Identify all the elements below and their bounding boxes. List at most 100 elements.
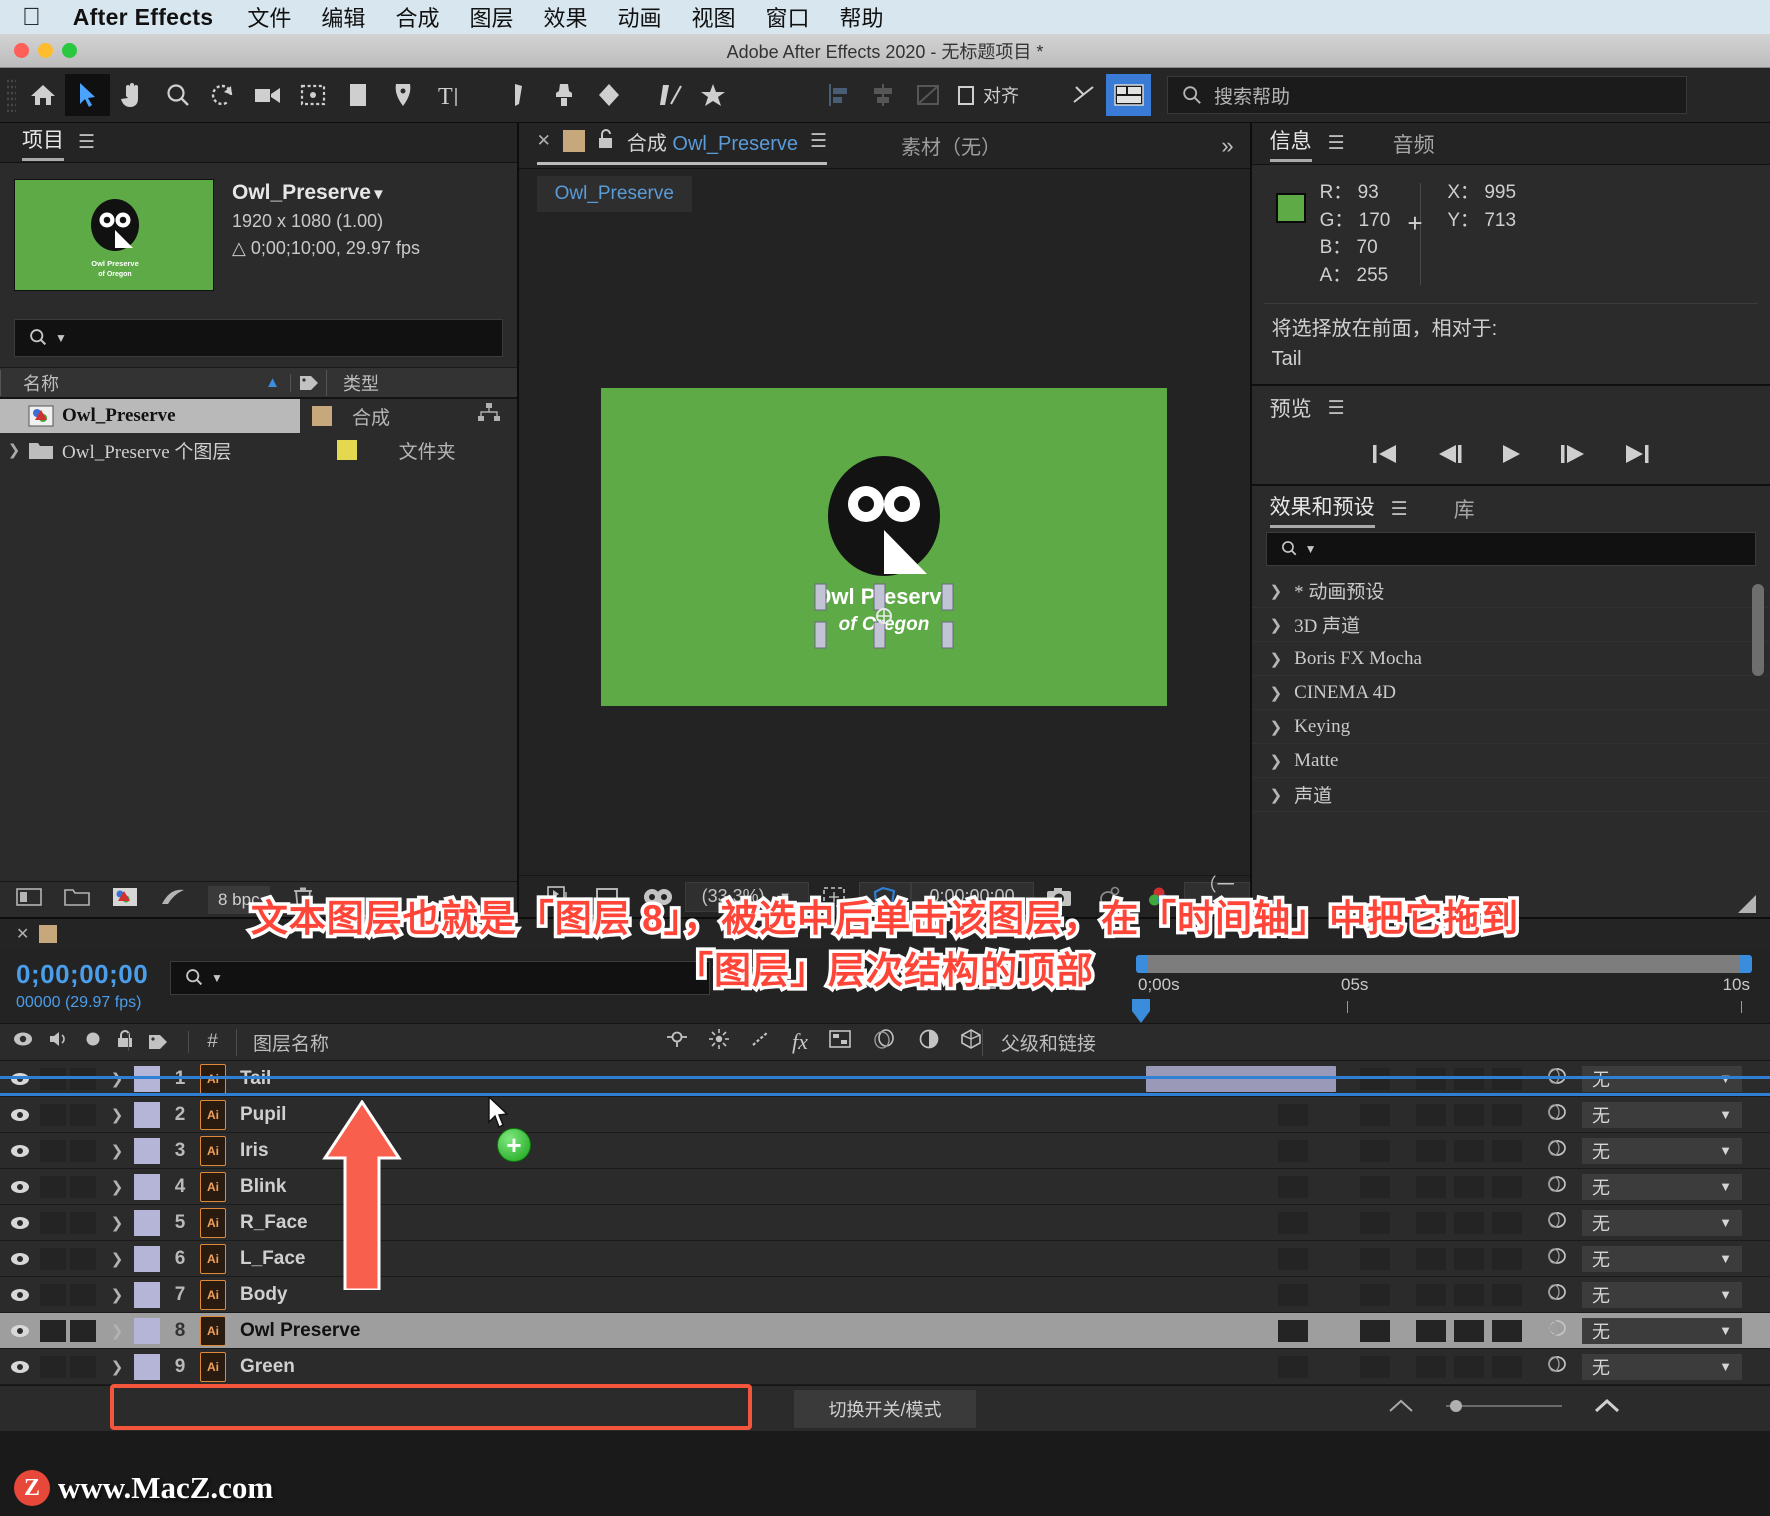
layer-twirl-icon[interactable]: ❯ xyxy=(100,1358,134,1376)
toggle-switches-modes-button[interactable]: 切换开关/模式 xyxy=(794,1389,976,1428)
layer-twirl-icon[interactable]: ❯ xyxy=(100,1250,134,1268)
puppet-pin-tool-icon[interactable] xyxy=(690,74,735,116)
zoom-in-timeline-icon[interactable] xyxy=(1594,1398,1620,1419)
next-frame-icon[interactable] xyxy=(1558,442,1588,473)
tab-footage[interactable]: 素材（无） xyxy=(901,131,1001,160)
project-search-input[interactable]: ▼ xyxy=(14,319,503,357)
layer-parent-dropdown[interactable]: 无▼ xyxy=(1582,1137,1742,1164)
layer-frameblend-switch[interactable] xyxy=(1454,1175,1484,1198)
effects-category-row[interactable]: ❯ Matte xyxy=(1251,744,1770,779)
3d-layer-icon[interactable] xyxy=(960,1028,982,1056)
timeline-layer-row[interactable]: ❯ 1 Ai Tail 无▼ xyxy=(0,1061,1770,1097)
layer-visibility-toggle[interactable] xyxy=(0,1107,40,1123)
composition-flowchart-icon[interactable] xyxy=(477,402,501,430)
effects-category-row[interactable]: ❯ Keying xyxy=(1251,710,1770,745)
layer-twirl-icon[interactable]: ❯ xyxy=(100,1142,134,1160)
layer-quality-switch[interactable] xyxy=(1360,1139,1390,1162)
twirl-icon[interactable]: ❯ xyxy=(1270,786,1283,804)
layer-solo-toggle[interactable] xyxy=(70,1247,96,1270)
composition-viewer[interactable]: Owl Preserve of Oregon xyxy=(518,219,1250,875)
resolution-dropdown[interactable]: （一分 xyxy=(1183,875,1250,921)
timeline-layer-row[interactable]: ❯ 9 Ai Green 无 ▼ xyxy=(0,1066,1770,1385)
mask-path-icon[interactable] xyxy=(858,881,911,912)
layer-name[interactable]: R_Face xyxy=(240,1212,308,1234)
column-header-name[interactable]: 名称 ▲ xyxy=(0,369,290,396)
layer-quality-switch[interactable] xyxy=(1360,1103,1390,1126)
effects-category-row[interactable]: ❯ Boris FX Mocha xyxy=(1251,642,1770,677)
layer-parent-pick-whip[interactable] xyxy=(1544,1209,1570,1237)
twirl-icon[interactable]: ❯ xyxy=(1270,616,1283,634)
timeline-search-dropdown-icon[interactable]: ▼ xyxy=(211,971,223,985)
layer-fx-switch[interactable] xyxy=(1416,1139,1446,1162)
layer-audio-toggle[interactable] xyxy=(40,1247,66,1270)
pen-tool-icon[interactable] xyxy=(380,74,425,116)
layer-solo-toggle[interactable] xyxy=(70,1319,96,1342)
layer-solo-toggle[interactable] xyxy=(70,1103,96,1126)
layer-frameblend-switch[interactable] xyxy=(1454,1355,1484,1378)
menu-item-composition[interactable]: 合成 xyxy=(395,1,439,33)
sort-ascending-icon[interactable]: ▲ xyxy=(265,374,280,391)
layer-visibility-toggle[interactable] xyxy=(0,1143,40,1159)
project-settings-icon[interactable] xyxy=(160,886,186,913)
layer-parent-pick-whip[interactable] xyxy=(1544,1245,1570,1273)
layer-parent-dropdown[interactable]: 无▼ xyxy=(1582,1173,1742,1200)
layer-shy-switch[interactable] xyxy=(1278,1319,1308,1342)
layer-parent-pick-whip[interactable] xyxy=(1544,1281,1570,1309)
twirl-icon[interactable]: ❯ xyxy=(1270,684,1283,702)
layer-frameblend-switch[interactable] xyxy=(1454,1247,1484,1270)
tab-audio[interactable]: 音频 xyxy=(1393,129,1435,159)
zoom-out-timeline-icon[interactable] xyxy=(1388,1398,1414,1419)
layer-name[interactable]: Pupil xyxy=(240,1104,286,1126)
layer-name[interactable]: Green xyxy=(240,1356,295,1378)
tab-library[interactable]: 库 xyxy=(1454,494,1475,524)
pan-behind-tool-icon[interactable] xyxy=(290,74,335,116)
timeline-layer-row-selected[interactable]: ❯ 8 Ai Owl Preserve 无 ▼ xyxy=(0,1066,1770,1349)
layer-name[interactable]: Iris xyxy=(240,1140,269,1162)
layer-shy-switch[interactable] xyxy=(1278,1103,1308,1126)
timeline-layer-row[interactable]: ❯ 7 Ai Body 无 ▼ xyxy=(0,1066,1770,1313)
layer-motionblur-switch[interactable] xyxy=(1492,1355,1522,1378)
current-time-display[interactable]: 0:00:00;00 xyxy=(910,881,1034,912)
tab-composition-active[interactable]: ✕ 合成 Owl_Preserve ☰ xyxy=(536,127,828,165)
adjustment-layer-icon[interactable] xyxy=(918,1028,940,1056)
panel-overflow-icon[interactable]: » xyxy=(1221,133,1233,159)
app-name-label[interactable]: After Effects xyxy=(73,4,214,31)
shape-tool-icon[interactable] xyxy=(335,74,380,116)
layer-fx-switch[interactable] xyxy=(1416,1211,1446,1234)
layer-audio-toggle[interactable] xyxy=(40,1283,66,1306)
motion-blur-switch-icon[interactable] xyxy=(872,1028,898,1056)
workspace-icon[interactable] xyxy=(1106,74,1151,116)
show-snapshot-icon[interactable] xyxy=(1084,882,1134,912)
effects-category-row[interactable]: ❯ 声道 xyxy=(1251,778,1770,813)
layer-solo-toggle[interactable] xyxy=(70,1283,96,1306)
align-left-icon[interactable] xyxy=(815,74,860,116)
audio-icon[interactable] xyxy=(48,1029,70,1055)
align-center-icon[interactable] xyxy=(860,74,905,116)
layer-label-color[interactable] xyxy=(134,1317,160,1344)
layer-motionblur-switch[interactable] xyxy=(1492,1283,1522,1306)
layer-twirl-icon[interactable]: ❯ xyxy=(100,1214,134,1232)
layer-audio-toggle[interactable] xyxy=(40,1139,66,1162)
layer-visibility-toggle[interactable] xyxy=(0,1215,40,1231)
layer-motionblur-switch[interactable] xyxy=(1492,1175,1522,1198)
project-row-folder[interactable]: ❯ Owl_Preserve 个图层 文件夹 xyxy=(0,433,517,467)
layer-solo-toggle[interactable] xyxy=(70,1175,96,1198)
graph-editor-icon[interactable] xyxy=(968,963,998,996)
brush-tool-icon[interactable] xyxy=(496,74,541,116)
info-panel-menu-icon[interactable]: ☰ xyxy=(1328,132,1345,155)
layer-twirl-icon[interactable]: ❯ xyxy=(100,1178,134,1196)
folder-twirl-icon[interactable]: ❯ xyxy=(0,441,28,459)
home-icon[interactable] xyxy=(20,74,65,116)
project-bin-icon[interactable] xyxy=(16,886,42,913)
timeline-layer-row[interactable]: ❯ 4 Ai Blink 无 ▼ xyxy=(0,1066,1770,1205)
timeline-layer-row[interactable]: ❯ 3 Ai Iris 无 ▼ xyxy=(0,1066,1770,1169)
snapping-icon[interactable] xyxy=(1061,74,1106,116)
always-preview-icon[interactable] xyxy=(535,882,583,912)
rotation-tool-icon[interactable] xyxy=(200,74,245,116)
distribute-icon[interactable] xyxy=(905,74,950,116)
effects-list[interactable]: ❯ * 动画预设 ❯ 3D 声道 ❯ Boris FX Mocha ❯ CINEMA 4… xyxy=(1251,574,1770,891)
close-tab-icon[interactable]: ✕ xyxy=(537,131,551,151)
effects-search-input[interactable]: ▼ xyxy=(1265,532,1756,567)
layer-shy-switch[interactable] xyxy=(1278,1247,1308,1270)
layer-frameblend-switch[interactable] xyxy=(1454,1211,1484,1234)
